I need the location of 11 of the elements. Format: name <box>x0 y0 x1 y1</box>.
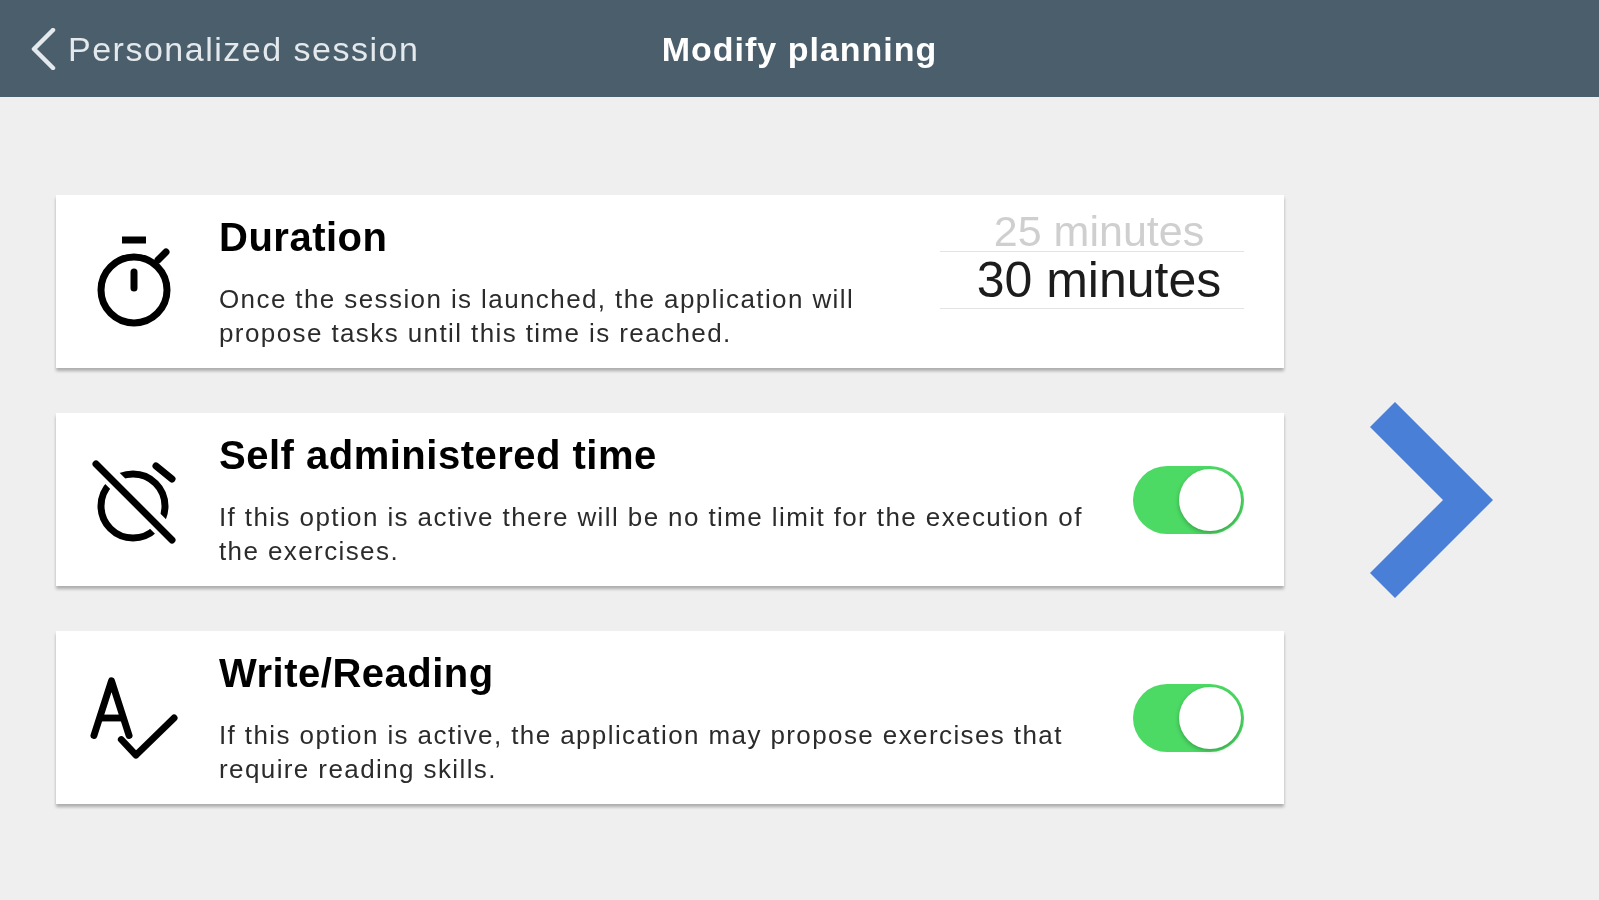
picker-option[interactable]: 30 minutes <box>940 251 1244 309</box>
setting-description: If this option is active there will be no time limit for the execution of the exercises. <box>219 501 1084 568</box>
page-title: Modify planning <box>661 28 938 69</box>
setting-title: Write/Reading <box>219 651 495 695</box>
back-button[interactable]: Personalized session <box>30 27 420 70</box>
chevron-left-icon <box>30 27 56 70</box>
setting-title: Duration <box>219 215 389 259</box>
setting-title: Self administered time <box>219 433 658 477</box>
setting-description: If this option is active, the application may propose exercises that require reading skills. <box>219 719 1064 786</box>
setting-description: Once the session is launched, the application will propose tasks until this time is reached. <box>219 283 856 350</box>
chevron-right-icon[interactable] <box>1370 401 1494 598</box>
